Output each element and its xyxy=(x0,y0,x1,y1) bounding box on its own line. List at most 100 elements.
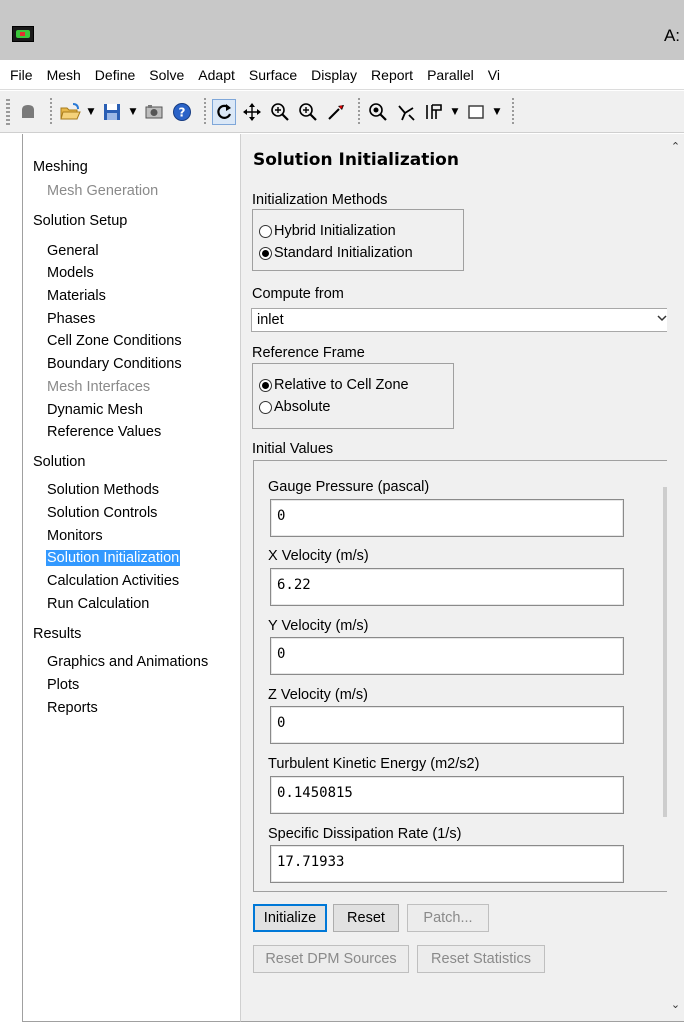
app-icon[interactable] xyxy=(12,26,34,42)
nav-item-plots[interactable]: Plots xyxy=(47,677,79,693)
x-velocity-field[interactable]: 6.22 xyxy=(270,568,624,606)
scroll-down-icon[interactable]: ⌄ xyxy=(667,996,684,1013)
nav-item-reference-values[interactable]: Reference Values xyxy=(47,424,161,440)
nav-item-materials[interactable]: Materials xyxy=(47,288,106,304)
radio-button-checked[interactable] xyxy=(259,246,272,260)
specific-dissipation-rate-label: Specific Dissipation Rate (1/s) xyxy=(268,826,462,842)
open-dropdown-chevron-icon[interactable]: ▼ xyxy=(86,99,96,125)
nav-item-graphics-and-animations[interactable]: Graphics and Animations xyxy=(47,654,208,670)
z-velocity-label: Z Velocity (m/s) xyxy=(268,687,368,703)
nav-item-models[interactable]: Models xyxy=(47,265,94,281)
save-icon[interactable] xyxy=(100,99,124,125)
nav-section-meshing[interactable]: Meshing xyxy=(33,159,88,175)
radio-button-checked[interactable] xyxy=(259,378,272,392)
turbulent-kinetic-energy-field[interactable]: 0.1450815 xyxy=(270,776,624,814)
z-velocity-field[interactable]: 0 xyxy=(270,706,624,744)
toolbar: ▼ ▼ ? ▼ ▼ xyxy=(0,91,684,133)
axes-icon[interactable] xyxy=(394,99,418,125)
nav-section-results[interactable]: Results xyxy=(33,626,81,642)
view-box-icon[interactable] xyxy=(464,99,488,125)
radio-absolute[interactable]: Absolute xyxy=(259,399,330,415)
radio-label: Relative to Cell Zone xyxy=(274,377,409,393)
nav-section-solution[interactable]: Solution xyxy=(33,454,85,470)
nav-item-solution-controls[interactable]: Solution Controls xyxy=(47,505,157,521)
y-velocity-label: Y Velocity (m/s) xyxy=(268,618,369,634)
reference-frame-label: Reference Frame xyxy=(252,345,365,361)
gauge-pressure-label: Gauge Pressure (pascal) xyxy=(268,479,430,495)
menu-parallel[interactable]: Parallel xyxy=(427,67,474,83)
toolbar-grip[interactable] xyxy=(6,98,10,125)
radio-label: Hybrid Initialization xyxy=(274,223,396,239)
menu-display[interactable]: Display xyxy=(311,67,357,83)
help-icon[interactable]: ? xyxy=(170,99,194,125)
toolbar-separator xyxy=(358,97,360,126)
window-title: A: xyxy=(663,26,680,45)
menu-surface[interactable]: Surface xyxy=(249,67,297,83)
toolbar-separator xyxy=(204,97,206,126)
reset-button[interactable]: Reset xyxy=(333,904,399,932)
menu-mesh[interactable]: Mesh xyxy=(47,67,81,83)
compute-from-value: inlet xyxy=(257,312,284,328)
save-dropdown-chevron-icon[interactable]: ▼ xyxy=(128,99,138,125)
camera-icon[interactable] xyxy=(142,99,166,125)
menu-view[interactable]: Vi xyxy=(488,67,500,83)
menu-bar: File Mesh Define Solve Adapt Surface Dis… xyxy=(0,60,684,90)
radio-label: Absolute xyxy=(274,399,331,415)
page-title: Solution Initialization xyxy=(253,150,459,170)
gauge-pressure-field[interactable]: 0 xyxy=(270,499,624,537)
nav-item-cell-zone-conditions[interactable]: Cell Zone Conditions xyxy=(47,333,182,349)
nav-item-monitors[interactable]: Monitors xyxy=(47,528,103,544)
nav-section-solution-setup[interactable]: Solution Setup xyxy=(33,213,127,229)
probe-icon[interactable] xyxy=(324,99,348,125)
menu-report[interactable]: Report xyxy=(371,67,413,83)
nav-item-dynamic-mesh[interactable]: Dynamic Mesh xyxy=(47,402,143,418)
radio-relative-to-cell-zone[interactable]: Relative to Cell Zone xyxy=(259,377,409,393)
initial-values-label: Initial Values xyxy=(252,441,334,457)
pan-icon[interactable] xyxy=(240,99,264,125)
open-folder-icon[interactable] xyxy=(58,99,82,125)
nav-item-solution-methods[interactable]: Solution Methods xyxy=(47,482,159,498)
nav-item-general[interactable]: General xyxy=(47,243,99,259)
scroll-up-icon[interactable]: ⌃ xyxy=(667,138,684,155)
stop-icon[interactable] xyxy=(16,99,40,125)
menu-define[interactable]: Define xyxy=(95,67,135,83)
radio-label: Standard Initialization xyxy=(274,245,413,261)
reference-frame-group: Relative to Cell Zone Absolute xyxy=(252,363,454,429)
nav-item-run-calculation[interactable]: Run Calculation xyxy=(47,596,149,612)
menu-adapt[interactable]: Adapt xyxy=(198,67,235,83)
radio-button[interactable] xyxy=(259,400,272,414)
layout-icon[interactable] xyxy=(422,99,446,125)
zoom-region-icon[interactable] xyxy=(366,99,390,125)
view-dropdown-chevron-icon[interactable]: ▼ xyxy=(492,99,502,125)
radio-button[interactable] xyxy=(259,224,272,238)
nav-item-phases[interactable]: Phases xyxy=(47,311,95,327)
nav-item-boundary-conditions[interactable]: Boundary Conditions xyxy=(47,356,182,372)
navigation-pane: Meshing Mesh Generation Solution Setup G… xyxy=(22,134,240,1022)
compute-from-select[interactable]: inlet xyxy=(251,308,677,332)
task-page: Solution Initialization Initialization M… xyxy=(240,134,684,1022)
menu-file[interactable]: File xyxy=(10,67,33,83)
rotate-icon[interactable] xyxy=(212,98,236,125)
toolbar-separator xyxy=(512,97,514,126)
y-velocity-field[interactable]: 0 xyxy=(270,637,624,675)
menu-solve[interactable]: Solve xyxy=(149,67,184,83)
title-bar: A: xyxy=(0,0,684,60)
turbulent-kinetic-energy-label: Turbulent Kinetic Energy (m2/s2) xyxy=(268,756,480,772)
radio-hybrid-initialization[interactable]: Hybrid Initialization xyxy=(259,223,396,239)
zoom-icon[interactable] xyxy=(268,99,292,125)
nav-item-mesh-generation: Mesh Generation xyxy=(47,183,159,199)
reset-dpm-sources-button: Reset DPM Sources xyxy=(253,945,409,973)
nav-item-calculation-activities[interactable]: Calculation Activities xyxy=(47,573,179,589)
toolbar-separator xyxy=(50,97,52,126)
radio-standard-initialization[interactable]: Standard Initialization xyxy=(259,245,413,261)
initialize-button[interactable]: Initialize xyxy=(253,904,327,932)
specific-dissipation-rate-field[interactable]: 17.71933 xyxy=(270,845,624,883)
layout-dropdown-chevron-icon[interactable]: ▼ xyxy=(450,99,460,125)
nav-item-reports[interactable]: Reports xyxy=(47,700,98,716)
patch-button: Patch... xyxy=(407,904,489,932)
svg-text:?: ? xyxy=(179,105,186,119)
task-page-scrollbar[interactable]: ⌃ ⌄ xyxy=(667,134,684,1020)
nav-item-solution-initialization[interactable]: Solution Initialization xyxy=(46,550,181,566)
x-velocity-label: X Velocity (m/s) xyxy=(268,548,369,564)
zoom-fit-icon[interactable] xyxy=(296,99,320,125)
